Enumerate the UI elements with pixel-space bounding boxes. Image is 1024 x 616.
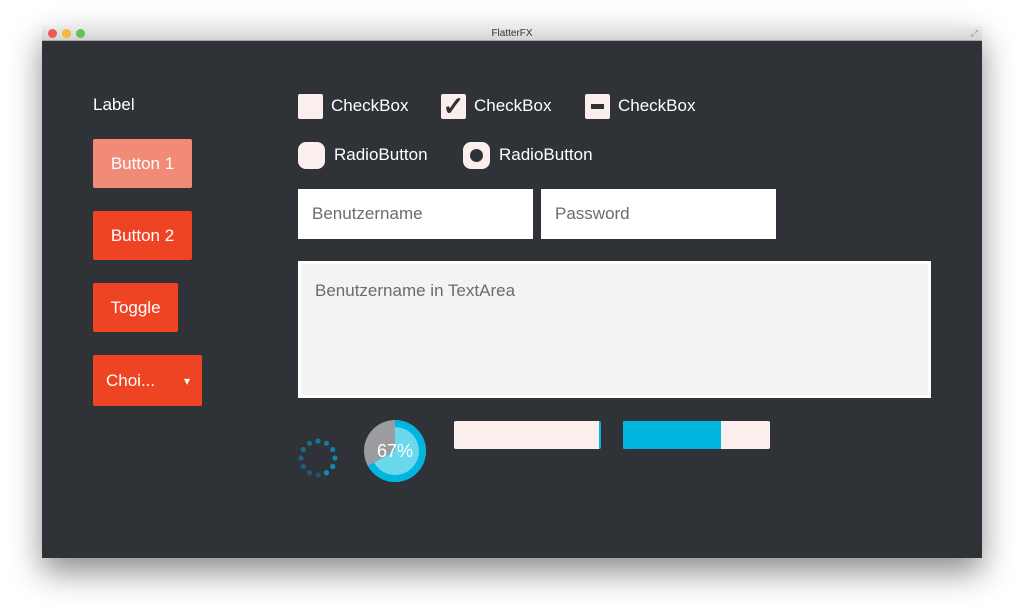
spinner-dot [298,455,304,461]
progress-bar [623,421,770,449]
minimize-icon[interactable] [62,29,71,38]
checkbox-label: CheckBox [331,96,409,115]
password-input[interactable]: Password [541,189,776,239]
choice-box[interactable]: Choi... ▾ [93,355,202,406]
radio-dot-icon [470,149,483,162]
checkbox-checked[interactable]: ✓ [441,91,466,121]
spinner-dot [306,470,313,476]
username-placeholder: Benutzername [312,204,423,223]
chevron-down-icon: ▾ [183,373,190,388]
spinner-dot [330,463,336,470]
button-1[interactable]: Button 1 [93,139,192,188]
progress-percent: 67% [377,441,413,461]
title-bar: FlatterFX ⤢ [42,26,982,41]
radio-label: RadioButton [334,145,428,164]
maximize-icon[interactable] [76,29,85,38]
spinner-dot [323,440,330,446]
spinner-icon [298,438,338,478]
username-input[interactable]: Benutzername [298,189,533,239]
spinner-dot [300,446,306,453]
app-window: FlatterFX ⤢ Label Button 1 Button 2 Togg… [42,26,982,558]
textarea-placeholder: Benutzername in TextArea [315,281,516,300]
checkbox-indeterminate[interactable] [585,94,610,119]
progress-indicator: 67% [364,420,426,482]
checkbox-unchecked[interactable] [298,94,323,119]
progress-bar-fill [623,421,722,449]
spinner-dot [306,440,313,446]
spinner-dot [330,446,336,453]
radio-label: RadioButton [499,145,593,164]
toggle-button[interactable]: Toggle [93,283,178,332]
radio-unselected[interactable] [298,142,325,169]
spinner-dot [315,472,321,478]
label: Label [93,95,135,114]
button-2[interactable]: Button 2 [93,211,192,260]
close-icon[interactable] [48,29,57,38]
check-icon: ✓ [442,91,465,121]
window-title: FlatterFX [491,28,533,39]
minus-icon [591,104,604,109]
spinner-dot [300,463,306,470]
choice-value: Choi... [106,370,156,390]
spinner-dot [332,455,338,461]
progress-bar-indeterminate [454,421,601,449]
spinner-dot [323,470,330,476]
checkbox-label: CheckBox [474,96,552,115]
spinner-dot [315,438,321,444]
password-placeholder: Password [555,204,630,223]
checkbox-label: CheckBox [618,96,696,115]
textarea[interactable]: Benutzername in TextArea [298,261,931,398]
fullscreen-icon[interactable]: ⤢ [971,26,978,41]
radio-selected[interactable] [463,142,490,169]
